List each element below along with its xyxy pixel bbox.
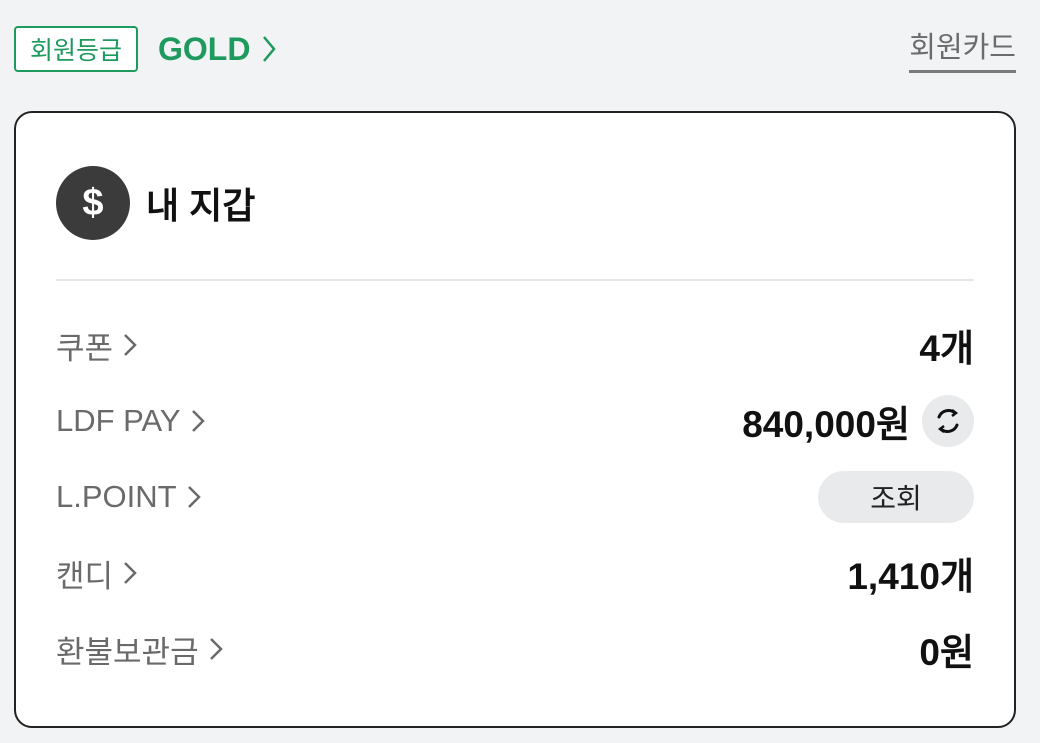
- ldf-pay-amount: 840,000원: [742, 404, 910, 445]
- ldf-pay-value-group: 840,000원: [742, 391, 974, 451]
- refund-deposit-label: 환불보관금: [56, 634, 199, 670]
- wallet-card: $ 내 지갑 쿠폰 4개 LDF PAY 840,000원 L.POINT 조회…: [14, 111, 1016, 728]
- coupon-label: 쿠폰: [56, 330, 114, 366]
- wallet-header: $ 내 지갑: [56, 166, 255, 240]
- member-card-link[interactable]: 회원카드: [909, 30, 1016, 73]
- chevron-right-icon: [123, 559, 137, 587]
- refresh-icon: [937, 408, 959, 434]
- chevron-right-icon: [187, 483, 201, 511]
- lpoint-link[interactable]: L.POINT: [56, 467, 201, 527]
- divider: [56, 279, 974, 281]
- refresh-button[interactable]: [922, 395, 974, 447]
- chevron-right-icon: [191, 407, 205, 435]
- membership-grade-value: GOLD: [158, 31, 251, 67]
- membership-grade-badge: 회원등급: [14, 26, 139, 72]
- wallet-row-refund-deposit: 환불보관금 0원: [56, 619, 974, 679]
- ldf-pay-label: LDF PAY: [56, 403, 181, 438]
- wallet-row-candy: 캔디 1,410개: [56, 543, 974, 603]
- wallet-row-coupon: 쿠폰 4개: [56, 315, 974, 375]
- refund-deposit-link[interactable]: 환불보관금: [56, 619, 223, 679]
- candy-label: 캔디: [56, 558, 114, 594]
- refund-deposit-amount: 0원: [919, 632, 974, 673]
- lpoint-inquiry-button[interactable]: 조회: [818, 471, 974, 523]
- wallet-title: 내 지갑: [146, 185, 256, 226]
- candy-link[interactable]: 캔디: [56, 543, 137, 603]
- chevron-right-icon: [262, 35, 277, 63]
- ldf-pay-link[interactable]: LDF PAY: [56, 391, 205, 451]
- candy-count: 1,410개: [847, 556, 974, 597]
- wallet-row-lpoint: L.POINT 조회: [56, 467, 974, 527]
- wallet-row-ldf-pay: LDF PAY 840,000원: [56, 391, 974, 451]
- lpoint-value-group: 조회: [818, 467, 974, 527]
- coupon-link[interactable]: 쿠폰: [56, 315, 137, 375]
- lpoint-label: L.POINT: [56, 479, 177, 514]
- membership-grade-link[interactable]: GOLD: [158, 26, 277, 72]
- chevron-right-icon: [209, 635, 223, 663]
- coupon-count: 4개: [919, 328, 974, 369]
- chevron-right-icon: [123, 331, 137, 359]
- dollar-icon: $: [56, 166, 130, 240]
- membership-header: 회원등급 GOLD 회원카드: [14, 26, 1016, 76]
